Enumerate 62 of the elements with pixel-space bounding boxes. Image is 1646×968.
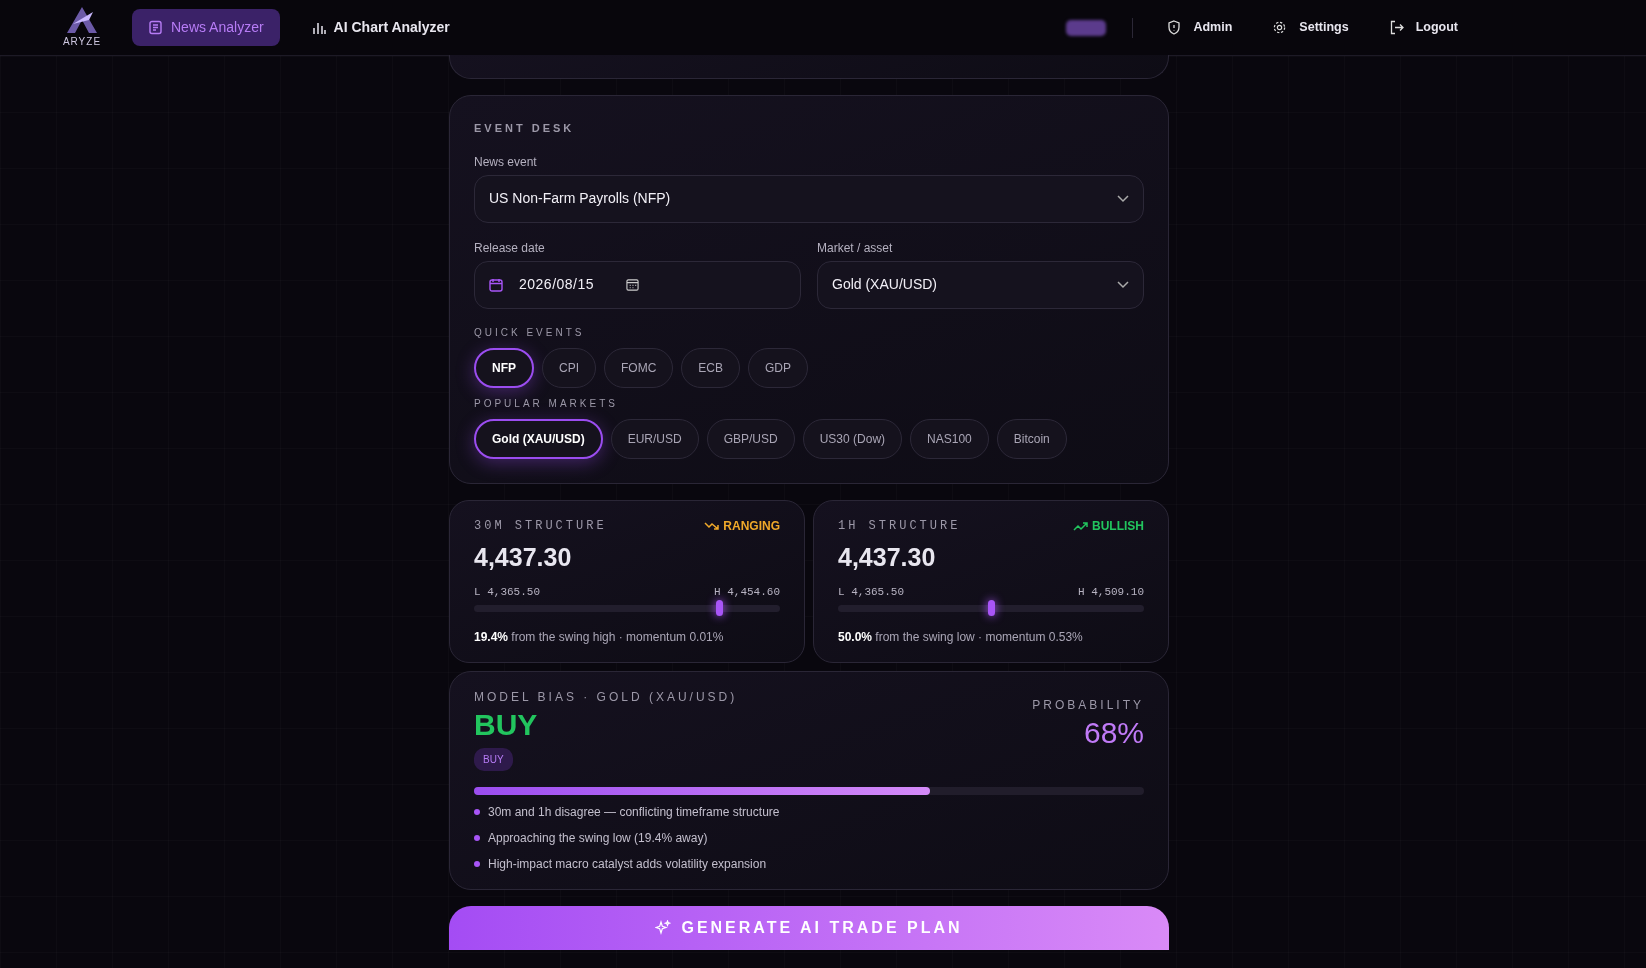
section-title: EVENT DESK	[474, 121, 576, 136]
signal-tag: BUY	[474, 747, 513, 771]
reason-text: Approaching the swing low (19.4% away)	[488, 829, 708, 847]
range-high: H 4,509.10	[1078, 585, 1144, 600]
card-title: 1H STRUCTURE	[838, 517, 961, 535]
event-chip[interactable]: GDP	[748, 347, 809, 388]
trend-icon	[704, 520, 720, 531]
chevron-icon	[1117, 194, 1129, 203]
event-chip[interactable]: ECB	[681, 347, 741, 388]
logo-text: ARYZE	[62, 35, 102, 49]
field-label: News event	[474, 153, 538, 171]
card-title: 30M STRUCTURE	[474, 517, 607, 535]
bullet-icon	[474, 860, 480, 867]
field-label: Market / asset	[817, 239, 894, 257]
market-chip[interactable]: NAS100	[910, 418, 989, 459]
market-chip[interactable]: Gold (XAU/USD)	[474, 418, 603, 459]
probability-label: PROBABILITY	[1032, 696, 1144, 714]
trend-icon	[1073, 520, 1088, 531]
card-title: MODEL BIAS · GOLD (XAU/USD)	[474, 688, 738, 706]
market-chip[interactable]: US30 (Dow)	[802, 418, 903, 459]
structure-note: 19.4% from the swing high · momentum 0.01%	[474, 628, 725, 646]
nav-action[interactable]: Admin	[1159, 14, 1241, 41]
sparkle-icon	[655, 919, 672, 936]
market-chip[interactable]: GBP/USD	[706, 418, 795, 459]
event-chip[interactable]: FOMC	[604, 347, 674, 388]
newspaper-icon	[148, 20, 163, 35]
settings-icon	[1272, 20, 1288, 35]
bullet-icon	[474, 808, 480, 815]
market-chip[interactable]: Bitcoin	[996, 418, 1067, 459]
bullet-icon	[474, 834, 480, 841]
nav-tab[interactable]: AI Chart Analyzer	[295, 9, 466, 46]
trend-status: RANGING	[704, 516, 780, 535]
event-chip[interactable]: CPI	[542, 347, 596, 388]
event-chip[interactable]: NFP	[474, 347, 534, 388]
market-chip[interactable]: EUR/USD	[610, 418, 699, 459]
probability-value: 68%	[1082, 717, 1144, 748]
structure-note: 50.0% from the swing low · momentum 0.53%	[838, 628, 1084, 646]
date-field[interactable]: 2026/08/15	[474, 260, 801, 309]
trend-status: BULLISH	[1073, 516, 1144, 535]
range-high: H 4,454.60	[714, 585, 780, 600]
logout-icon	[1388, 20, 1404, 35]
reason-text: High-impact macro catalyst adds volatility expansion	[488, 855, 767, 873]
news-event-select[interactable]: US Non-Farm Payrolls (NFP)	[474, 174, 1144, 223]
nav-action[interactable]: Settings	[1264, 14, 1357, 41]
reason-text: 30m and 1h disagree — conflicting timeframe structure	[488, 803, 780, 821]
calendar-icon[interactable]	[626, 278, 640, 291]
section-label: QUICK EVENTS	[474, 325, 586, 340]
nav-tab[interactable]: News Analyzer	[132, 9, 280, 46]
nav-action[interactable]: Logout	[1380, 14, 1466, 41]
price-value: 4,437.30	[474, 541, 573, 573]
price-value: 4,437.30	[838, 541, 937, 573]
market-select[interactable]: Gold (XAU/USD)	[817, 260, 1144, 309]
range-low: L 4,365.50	[474, 585, 540, 600]
range-low: L 4,365.50	[838, 585, 904, 600]
signal-text: BUY	[474, 709, 539, 740]
logo-icon	[65, 6, 99, 34]
field-label: Release date	[474, 239, 546, 257]
shield-icon	[1167, 20, 1182, 35]
section-label: POPULAR MARKETS	[474, 396, 619, 411]
calendar-icon	[489, 277, 503, 292]
bar-chart-icon	[311, 20, 326, 35]
chevron-icon	[1117, 280, 1129, 289]
